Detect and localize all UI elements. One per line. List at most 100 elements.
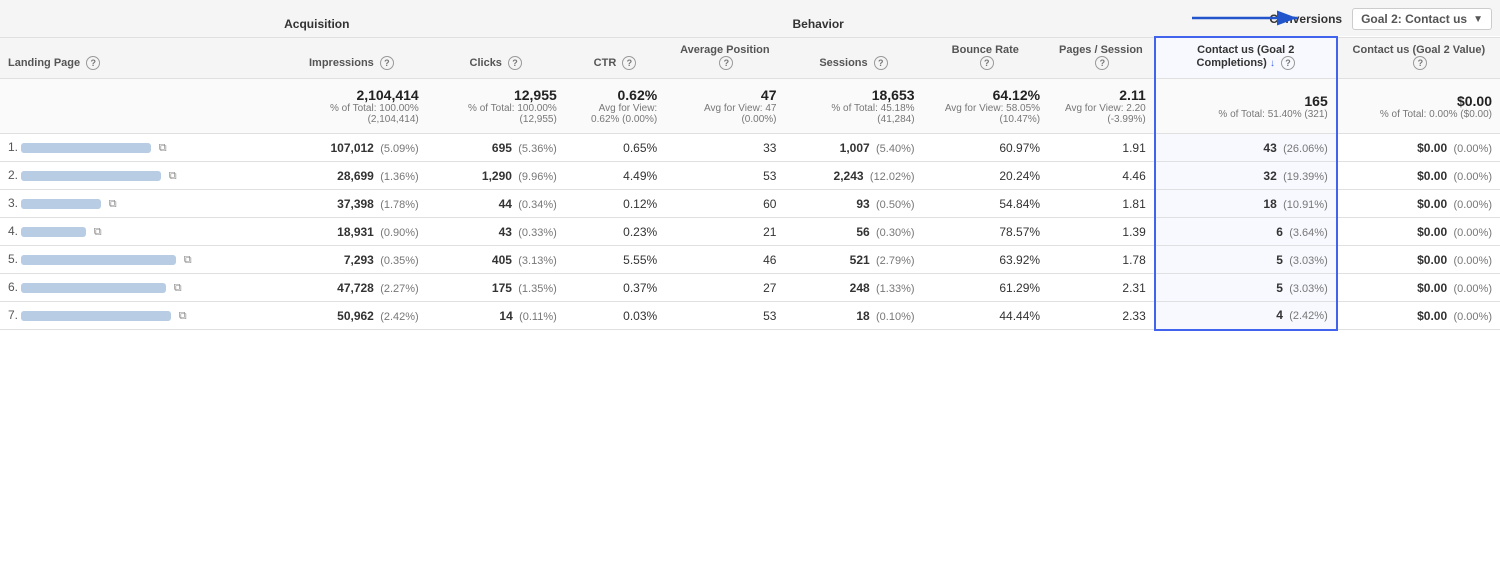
sessions-pct: (0.30%) bbox=[876, 227, 915, 239]
sessions-pct: (2.79%) bbox=[876, 255, 915, 267]
goal-value-cell: $0.00 (0.00%) bbox=[1337, 134, 1500, 162]
goal-value-help-icon[interactable]: ? bbox=[1413, 56, 1427, 70]
goal-value-pct: (0.00%) bbox=[1453, 171, 1492, 183]
landing-url[interactable] bbox=[21, 227, 86, 237]
bounce-rate-cell: 78.57% bbox=[923, 218, 1049, 246]
landing-page-help-icon[interactable]: ? bbox=[86, 56, 100, 70]
bounce-rate-cell: 44.44% bbox=[923, 302, 1049, 330]
impressions-cell: 7,293 (0.35%) bbox=[276, 246, 427, 274]
completions-help-icon[interactable]: ? bbox=[1281, 56, 1295, 70]
impressions-value: 47,728 bbox=[337, 281, 374, 295]
conversions-section-header: Conversions Goal 2: Contact us ▼ bbox=[1155, 0, 1500, 37]
sessions-label: Sessions bbox=[819, 57, 867, 69]
goal-value: $0.00 bbox=[1417, 309, 1447, 323]
totals-pages-session-cell: 2.11 Avg for View: 2.20 (-3.99%) bbox=[1048, 79, 1155, 134]
clicks-value: 175 bbox=[492, 281, 512, 295]
copy-icon[interactable]: ⧉ bbox=[169, 170, 177, 183]
landing-url[interactable] bbox=[21, 143, 151, 153]
copy-icon[interactable]: ⧉ bbox=[184, 254, 192, 267]
row-number: 5. bbox=[8, 252, 18, 266]
pages-session-value: 2.31 bbox=[1122, 281, 1145, 295]
landing-page-cell: 5. ⧉ bbox=[0, 246, 276, 274]
completions-value: 5 bbox=[1276, 281, 1283, 295]
impressions-pct: (1.36%) bbox=[380, 171, 419, 183]
impressions-cell: 107,012 (5.09%) bbox=[276, 134, 427, 162]
impressions-value: 7,293 bbox=[344, 253, 374, 267]
impressions-col-header: Impressions ? bbox=[276, 37, 427, 79]
sessions-help-icon[interactable]: ? bbox=[874, 56, 888, 70]
bounce-rate-cell: 63.92% bbox=[923, 246, 1049, 274]
landing-url[interactable] bbox=[21, 283, 166, 293]
ctr-help-icon[interactable]: ? bbox=[622, 56, 636, 70]
goal-value-col-header: Contact us (Goal 2 Value) ? bbox=[1337, 37, 1500, 79]
totals-clicks-cell: 12,955 % of Total: 100.00% (12,955) bbox=[427, 79, 565, 134]
impressions-value: 50,962 bbox=[337, 309, 374, 323]
acquisition-label: Acquisition bbox=[284, 17, 349, 31]
bounce-rate-value: 60.97% bbox=[999, 141, 1040, 155]
pages-session-value: 1.78 bbox=[1122, 253, 1145, 267]
landing-url[interactable] bbox=[21, 199, 101, 209]
totals-impressions-cell: 2,104,414 % of Total: 100.00% (2,104,414… bbox=[276, 79, 427, 134]
totals-ctr-cell: 0.62% Avg for View: 0.62% (0.00%) bbox=[565, 79, 665, 134]
goal-value-label: Contact us (Goal 2 Value) bbox=[1353, 44, 1486, 56]
landing-page-cell: 1. ⧉ bbox=[0, 134, 276, 162]
clicks-value: 44 bbox=[499, 197, 512, 211]
copy-icon[interactable]: ⧉ bbox=[179, 310, 187, 323]
landing-page-label: Landing Page bbox=[8, 57, 80, 69]
sessions-cell: 1,007 (5.40%) bbox=[784, 134, 922, 162]
clicks-cell: 44 (0.34%) bbox=[427, 190, 565, 218]
completions-sort-icon[interactable]: ↓ bbox=[1270, 58, 1275, 69]
bounce-rate-help-icon[interactable]: ? bbox=[980, 56, 994, 70]
impressions-value: 28,699 bbox=[337, 169, 374, 183]
row-number: 7. bbox=[8, 308, 18, 322]
bounce-rate-value: 78.57% bbox=[999, 225, 1040, 239]
totals-avg-position-sub: Avg for View: 47 (0.00%) bbox=[673, 103, 776, 125]
goal-value-cell: $0.00 (0.00%) bbox=[1337, 162, 1500, 190]
completions-cell: 6 (3.64%) bbox=[1155, 218, 1337, 246]
landing-url[interactable] bbox=[21, 311, 171, 321]
avg-position-cell: 21 bbox=[665, 218, 784, 246]
bounce-rate-value: 20.24% bbox=[999, 169, 1040, 183]
pages-session-label: Pages / Session bbox=[1059, 44, 1143, 56]
goal-value: $0.00 bbox=[1417, 169, 1447, 183]
goal-dropdown[interactable]: Goal 2: Contact us ▼ bbox=[1352, 8, 1492, 30]
impressions-help-icon[interactable]: ? bbox=[380, 56, 394, 70]
sessions-pct: (12.02%) bbox=[870, 171, 915, 183]
bounce-rate-cell: 20.24% bbox=[923, 162, 1049, 190]
completions-col-header: Contact us (Goal 2 Completions) ↓ ? bbox=[1155, 37, 1337, 79]
copy-icon[interactable]: ⧉ bbox=[159, 142, 167, 155]
landing-page-cell: 2. ⧉ bbox=[0, 162, 276, 190]
totals-sessions-cell: 18,653 % of Total: 45.18% (41,284) bbox=[784, 79, 922, 134]
goal-value-pct: (0.00%) bbox=[1453, 143, 1492, 155]
avg-position-value: 33 bbox=[763, 141, 776, 155]
pages-session-value: 1.81 bbox=[1122, 197, 1145, 211]
completions-pct: (3.64%) bbox=[1289, 227, 1328, 239]
pages-session-help-icon[interactable]: ? bbox=[1095, 56, 1109, 70]
clicks-pct: (5.36%) bbox=[518, 143, 557, 155]
completions-pct: (10.91%) bbox=[1283, 199, 1328, 211]
pages-session-value: 4.46 bbox=[1122, 169, 1145, 183]
goal-value-cell: $0.00 (0.00%) bbox=[1337, 274, 1500, 302]
acquisition-section-header: Acquisition bbox=[276, 0, 784, 37]
goal-value: $0.00 bbox=[1417, 141, 1447, 155]
sessions-value: 1,007 bbox=[840, 141, 870, 155]
copy-icon[interactable]: ⧉ bbox=[109, 198, 117, 211]
completions-pct: (3.03%) bbox=[1289, 283, 1328, 295]
impressions-cell: 50,962 (2.42%) bbox=[276, 302, 427, 330]
copy-icon[interactable]: ⧉ bbox=[94, 226, 102, 239]
landing-url[interactable] bbox=[21, 255, 176, 265]
bounce-rate-value: 44.44% bbox=[999, 309, 1040, 323]
ctr-value: 0.12% bbox=[623, 197, 657, 211]
avg-position-cell: 33 bbox=[665, 134, 784, 162]
clicks-help-icon[interactable]: ? bbox=[508, 56, 522, 70]
landing-url[interactable] bbox=[21, 171, 161, 181]
totals-impressions-pct: % of Total: 100.00% (2,104,414) bbox=[284, 103, 419, 125]
bounce-rate-value: 54.84% bbox=[999, 197, 1040, 211]
sessions-value: 521 bbox=[850, 253, 870, 267]
copy-icon[interactable]: ⧉ bbox=[174, 282, 182, 295]
impressions-value: 37,398 bbox=[337, 197, 374, 211]
avg-position-help-icon[interactable]: ? bbox=[719, 56, 733, 70]
table-row: 6. ⧉ 47,728 (2.27%)175 (1.35%)0.37%27248… bbox=[0, 274, 1500, 302]
goal-value-pct: (0.00%) bbox=[1453, 227, 1492, 239]
clicks-cell: 43 (0.33%) bbox=[427, 218, 565, 246]
